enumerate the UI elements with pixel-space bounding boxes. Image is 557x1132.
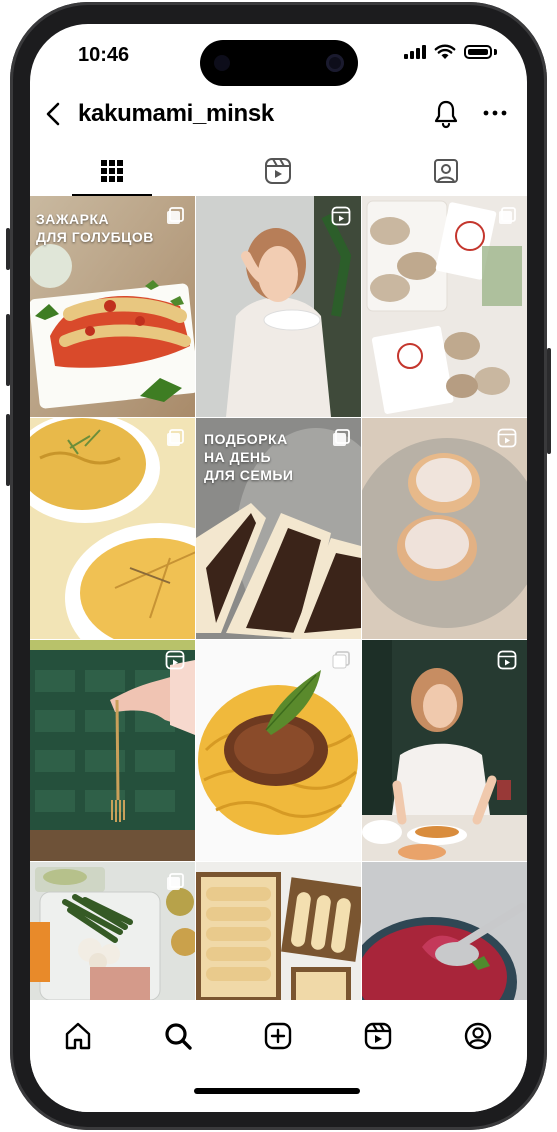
syrniki-photo xyxy=(362,418,527,639)
post-overlay-text: ПОДБОРКА НА ДЕНЬ ДЛЯ СЕМЬИ xyxy=(204,431,294,483)
carousel-icon xyxy=(167,873,184,890)
post-thumbnail[interactable] xyxy=(196,196,361,417)
tab-reels[interactable] xyxy=(238,148,318,194)
tagged-icon xyxy=(434,159,458,183)
status-time: 10:46 xyxy=(78,44,130,66)
bottom-navigation xyxy=(30,1000,527,1112)
post-thumbnail[interactable] xyxy=(30,862,195,1000)
carousel-icon xyxy=(333,429,350,446)
reels-icon xyxy=(165,650,185,670)
reels-icon xyxy=(265,158,291,184)
nav-create[interactable] xyxy=(260,1018,296,1054)
reels-icon xyxy=(497,650,517,670)
woman-eating-photo xyxy=(196,196,361,417)
status-icons xyxy=(404,44,497,60)
search-icon xyxy=(165,1023,192,1050)
post-thumbnail[interactable] xyxy=(30,418,195,639)
post-thumbnail[interactable] xyxy=(196,640,361,861)
volume-up-button xyxy=(6,314,10,386)
create-post-icon xyxy=(264,1022,292,1050)
more-options-icon[interactable] xyxy=(482,102,508,124)
post-overlay-text: ЗАЖАРКА ДЛЯ ГОЛУБЦОВ xyxy=(36,211,154,245)
omelette-photo xyxy=(30,418,195,639)
notification-bell-icon[interactable] xyxy=(432,98,460,130)
action-button xyxy=(6,228,10,270)
tab-posts[interactable] xyxy=(72,148,152,196)
post-thumbnail[interactable]: ЗАЖАРКА ДЛЯ ГОЛУБЦОВ xyxy=(30,196,195,417)
reels-icon xyxy=(497,428,517,448)
crepes-in-boxes-photo xyxy=(196,862,361,1000)
spaghetti-photo xyxy=(196,640,361,861)
home-indicator[interactable] xyxy=(194,1088,360,1094)
post-thumbnail[interactable] xyxy=(196,862,361,1000)
post-thumbnail[interactable] xyxy=(362,862,527,1000)
post-thumbnail[interactable]: ПОДБОРКА НА ДЕНЬ ДЛЯ СЕМЬИ xyxy=(196,418,361,639)
nav-home[interactable] xyxy=(60,1018,96,1054)
carousel-icon xyxy=(332,651,350,669)
wifi-icon xyxy=(434,44,456,59)
power-button xyxy=(547,348,551,454)
cellular-signal-icon xyxy=(404,45,426,59)
dynamic-island xyxy=(200,40,358,86)
post-thumbnail[interactable] xyxy=(362,196,527,417)
hand-with-fork-photo xyxy=(30,640,195,861)
borscht-photo xyxy=(362,862,527,1000)
profile-header: kakumami_minsk xyxy=(30,92,527,136)
post-thumbnail[interactable] xyxy=(362,640,527,861)
posts-grid-icon xyxy=(101,160,123,182)
carousel-icon xyxy=(167,429,184,446)
home-icon xyxy=(65,1022,91,1050)
battery-icon xyxy=(464,45,492,59)
tab-tagged[interactable] xyxy=(406,148,486,194)
back-arrow-icon[interactable] xyxy=(40,100,68,128)
frozen-cutlets-photo xyxy=(362,196,527,417)
post-thumbnail[interactable] xyxy=(362,418,527,639)
woman-at-table-photo xyxy=(362,640,527,861)
volume-down-button xyxy=(6,414,10,486)
nav-reels[interactable] xyxy=(360,1018,396,1054)
carousel-icon xyxy=(167,207,184,224)
reels-icon xyxy=(364,1022,392,1050)
profile-username: kakumami_minsk xyxy=(78,100,274,127)
reels-icon xyxy=(331,206,351,226)
profile-tabs xyxy=(30,148,527,196)
nav-search[interactable] xyxy=(160,1018,196,1054)
post-thumbnail[interactable] xyxy=(30,640,195,861)
nav-profile[interactable] xyxy=(460,1018,496,1054)
carousel-icon xyxy=(499,207,516,224)
profile-icon xyxy=(464,1022,492,1050)
app-screen: 10:46 kakumami_minsk ЗАЖАРКА ДЛЯ ГОЛУБЦО… xyxy=(30,24,527,1112)
